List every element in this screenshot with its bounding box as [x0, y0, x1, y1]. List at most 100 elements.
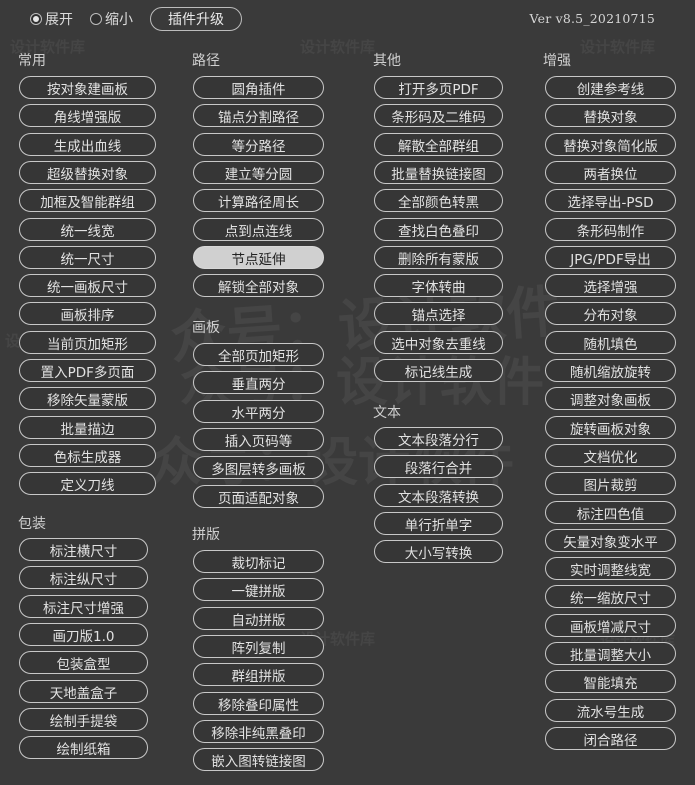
plugin-button-enhance-1[interactable]: 替换对象	[545, 104, 676, 127]
plugin-button-artboard-2[interactable]: 水平两分	[193, 400, 324, 423]
plugin-button-enhance-14[interactable]: 图片裁剪	[545, 472, 676, 495]
upgrade-plugin-button[interactable]: 插件升级	[150, 7, 242, 31]
plugin-button-enhance-11[interactable]: 调整对象画板	[545, 387, 676, 410]
plugin-button-package-7[interactable]: 绘制纸箱	[19, 736, 148, 759]
plugin-button-enhance-0[interactable]: 创建参考线	[545, 76, 676, 99]
plugin-button-common-4[interactable]: 加框及智能群组	[19, 189, 156, 212]
plugin-button-path-6[interactable]: 节点延伸	[193, 246, 324, 269]
plugin-button-artboard-5[interactable]: 页面适配对象	[193, 485, 324, 508]
plugin-button-imposition-5[interactable]: 移除叠印属性	[193, 692, 324, 715]
plugin-button-common-1[interactable]: 角线增强版	[19, 104, 156, 127]
plugin-button-imposition-7[interactable]: 嵌入图转链接图	[193, 748, 324, 771]
plugin-button-package-3[interactable]: 画刀版1.0	[19, 623, 148, 646]
plugin-button-enhance-21[interactable]: 智能填充	[545, 670, 676, 693]
expand-radio[interactable]: 展开	[30, 9, 73, 29]
plugin-button-common-12[interactable]: 批量描边	[19, 416, 156, 439]
plugin-button-common-5[interactable]: 统一线宽	[19, 218, 156, 241]
plugin-button-enhance-15[interactable]: 标注四色值	[545, 501, 676, 524]
plugin-button-package-1[interactable]: 标注纵尺寸	[19, 566, 148, 589]
plugin-button-other-9[interactable]: 选中对象去重线	[374, 331, 503, 354]
plugin-button-other-7[interactable]: 字体转曲	[374, 274, 503, 297]
plugin-button-path-5[interactable]: 点到点连线	[193, 218, 324, 241]
plugin-button-path-7[interactable]: 解锁全部对象	[193, 274, 324, 297]
plugin-button-common-14[interactable]: 定义刀线	[19, 472, 156, 495]
plugin-button-text-4[interactable]: 大小写转换	[374, 540, 503, 563]
plugin-button-package-2[interactable]: 标注尺寸增强	[19, 595, 148, 618]
plugin-button-package-0[interactable]: 标注横尺寸	[19, 538, 148, 561]
section-title-path: 路径	[192, 53, 220, 69]
plugin-button-other-8[interactable]: 锚点选择	[374, 302, 503, 325]
plugin-button-artboard-4[interactable]: 多图层转多画板	[193, 456, 324, 479]
expand-label: 展开	[45, 12, 73, 28]
plugin-button-imposition-2[interactable]: 自动拼版	[193, 607, 324, 630]
plugin-button-path-1[interactable]: 锚点分割路径	[193, 104, 324, 127]
plugin-button-other-10[interactable]: 标记线生成	[374, 359, 503, 382]
plugin-button-artboard-3[interactable]: 插入页码等	[193, 428, 324, 451]
collapse-label: 缩小	[105, 12, 133, 28]
plugin-button-enhance-13[interactable]: 文档优化	[545, 444, 676, 467]
plugin-button-common-9[interactable]: 当前页加矩形	[19, 331, 156, 354]
plugin-button-package-5[interactable]: 天地盖盒子	[19, 680, 148, 703]
section-title-imposition: 拼版	[192, 527, 220, 543]
plugin-button-common-7[interactable]: 统一画板尺寸	[19, 274, 156, 297]
plugin-button-other-5[interactable]: 查找白色叠印	[374, 218, 503, 241]
section-title-common: 常用	[18, 53, 46, 69]
plugin-button-enhance-2[interactable]: 替换对象简化版	[545, 133, 676, 156]
plugin-button-text-3[interactable]: 单行折单字	[374, 512, 503, 535]
plugin-button-common-8[interactable]: 画板排序	[19, 302, 156, 325]
plugin-button-imposition-1[interactable]: 一键拼版	[193, 578, 324, 601]
radio-unselected-icon	[90, 13, 102, 25]
plugin-button-enhance-23[interactable]: 闭合路径	[545, 727, 676, 750]
plugin-button-enhance-16[interactable]: 矢量对象变水平	[545, 529, 676, 552]
section-title-other: 其他	[373, 53, 401, 69]
plugin-button-common-11[interactable]: 移除矢量蒙版	[19, 387, 156, 410]
plugin-button-enhance-18[interactable]: 统一缩放尺寸	[545, 585, 676, 608]
plugin-button-package-4[interactable]: 包装盒型	[19, 651, 148, 674]
plugin-button-imposition-0[interactable]: 裁切标记	[193, 550, 324, 573]
section-title-artboard: 画板	[192, 320, 220, 336]
plugin-button-imposition-4[interactable]: 群组拼版	[193, 663, 324, 686]
plugin-button-enhance-19[interactable]: 画板增减尺寸	[545, 614, 676, 637]
plugin-button-enhance-6[interactable]: JPG/PDF导出	[545, 246, 676, 269]
plugin-button-enhance-22[interactable]: 流水号生成	[545, 699, 676, 722]
plugin-button-enhance-4[interactable]: 选择导出-PSD	[545, 189, 676, 212]
plugin-button-enhance-7[interactable]: 选择增强	[545, 274, 676, 297]
plugin-button-enhance-8[interactable]: 分布对象	[545, 302, 676, 325]
plugin-button-enhance-17[interactable]: 实时调整线宽	[545, 557, 676, 580]
plugin-button-other-6[interactable]: 删除所有蒙版	[374, 246, 503, 269]
plugin-button-package-6[interactable]: 绘制手提袋	[19, 708, 148, 731]
plugin-button-enhance-3[interactable]: 两者换位	[545, 161, 676, 184]
plugin-button-other-3[interactable]: 批量替换链接图	[374, 161, 503, 184]
plugin-button-path-2[interactable]: 等分路径	[193, 133, 324, 156]
top-bar: 展开 缩小 插件升级 Ver v8.5_20210715	[0, 0, 695, 40]
plugin-button-enhance-12[interactable]: 旋转画板对象	[545, 416, 676, 439]
plugin-button-text-1[interactable]: 段落行合并	[374, 455, 503, 478]
plugin-button-enhance-9[interactable]: 随机填色	[545, 331, 676, 354]
plugin-button-text-2[interactable]: 文本段落转换	[374, 484, 503, 507]
plugin-button-enhance-5[interactable]: 条形码制作	[545, 218, 676, 241]
plugin-button-common-6[interactable]: 统一尺寸	[19, 246, 156, 269]
plugin-button-other-4[interactable]: 全部颜色转黑	[374, 189, 503, 212]
plugin-button-path-3[interactable]: 建立等分圆	[193, 161, 324, 184]
collapse-radio[interactable]: 缩小	[90, 9, 133, 29]
plugin-button-common-2[interactable]: 生成出血线	[19, 133, 156, 156]
plugin-button-enhance-20[interactable]: 批量调整大小	[545, 642, 676, 665]
plugin-button-artboard-1[interactable]: 垂直两分	[193, 371, 324, 394]
plugin-button-other-1[interactable]: 条形码及二维码	[374, 104, 503, 127]
plugin-button-common-0[interactable]: 按对象建画板	[19, 76, 156, 99]
plugin-button-enhance-10[interactable]: 随机缩放旋转	[545, 359, 676, 382]
plugin-button-text-0[interactable]: 文本段落分行	[374, 427, 503, 450]
plugin-button-imposition-6[interactable]: 移除非纯黑叠印	[193, 720, 324, 743]
radio-selected-icon	[30, 13, 42, 25]
plugin-button-imposition-3[interactable]: 阵列复制	[193, 635, 324, 658]
plugin-button-path-4[interactable]: 计算路径周长	[193, 189, 324, 212]
plugin-button-common-10[interactable]: 置入PDF多页面	[19, 359, 156, 382]
plugin-button-other-2[interactable]: 解散全部群组	[374, 133, 503, 156]
plugin-button-artboard-0[interactable]: 全部页加矩形	[193, 343, 324, 366]
plugin-button-common-3[interactable]: 超级替换对象	[19, 161, 156, 184]
plugin-button-path-0[interactable]: 圆角插件	[193, 76, 324, 99]
plugin-button-common-13[interactable]: 色标生成器	[19, 444, 156, 467]
plugin-button-other-0[interactable]: 打开多页PDF	[374, 76, 503, 99]
section-title-package: 包装	[18, 516, 46, 532]
section-title-enhance: 增强	[543, 53, 571, 69]
